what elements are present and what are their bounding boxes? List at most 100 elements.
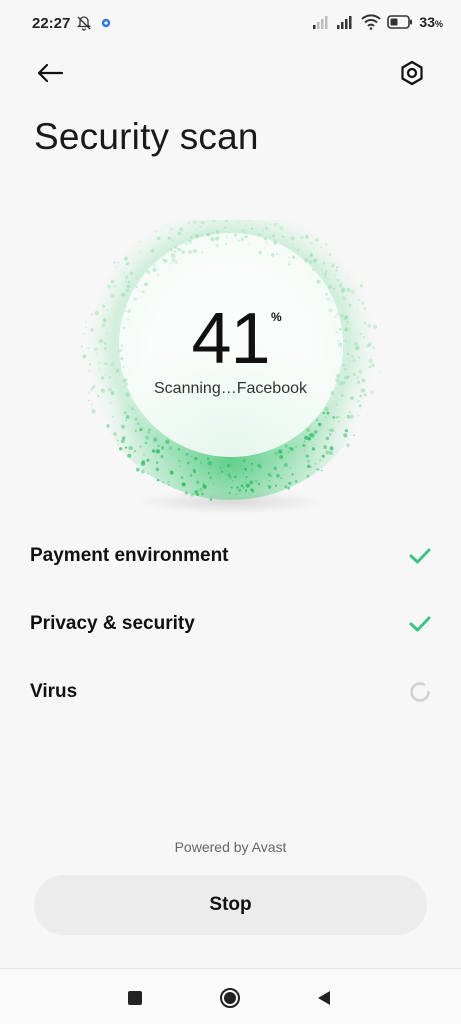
scan-particle: [201, 251, 204, 254]
scan-particle: [267, 473, 272, 477]
battery-icon: [387, 15, 413, 29]
scan-particle: [235, 493, 238, 495]
scan-particle: [193, 220, 197, 224]
scan-particle: [169, 446, 173, 450]
scan-particle: [192, 469, 196, 472]
scan-particle: [162, 481, 165, 484]
scan-particle: [251, 462, 253, 465]
scan-particle: [137, 422, 140, 426]
scan-particle: [126, 288, 130, 293]
scan-particle: [244, 481, 247, 484]
scan-particle: [297, 257, 299, 259]
scan-particle: [181, 250, 185, 254]
scan-particle: [348, 277, 350, 279]
scan-particle: [314, 258, 317, 261]
back-button[interactable]: [34, 58, 66, 88]
scan-particle: [279, 455, 284, 459]
scan-particle: [200, 461, 202, 463]
powered-by-label: Powered by Avast: [174, 839, 287, 855]
scan-particle: [200, 462, 202, 465]
scan-particle: [245, 475, 248, 479]
scan-particle: [119, 447, 123, 451]
scan-particle: [196, 493, 199, 496]
status-time: 22:27: [32, 15, 71, 32]
scan-particle: [306, 428, 310, 432]
security-scan-screen: 22:27 33% Security scan 41 % Scanning…Fa…: [0, 0, 461, 1024]
scan-particle: [335, 415, 339, 419]
scan-particle: [275, 253, 278, 256]
scan-particle: [320, 247, 322, 249]
scan-particle: [188, 239, 193, 244]
settings-button[interactable]: [397, 58, 427, 88]
scan-particle: [110, 293, 115, 298]
scan-particle: [291, 448, 294, 451]
scan-particle: [269, 223, 272, 226]
scan-particle: [291, 473, 294, 476]
scan-particle: [228, 492, 231, 494]
scan-particle: [319, 459, 322, 462]
scan-particle: [316, 468, 318, 470]
scan-particle: [127, 453, 132, 458]
scan-particle: [309, 253, 313, 256]
scan-particle: [179, 227, 184, 232]
scan-particle: [124, 256, 128, 261]
page-title: Security scan: [34, 116, 259, 157]
scan-particle: [133, 449, 137, 453]
scan-particle: [265, 241, 268, 244]
scan-particle: [328, 433, 332, 436]
scan-particle: [345, 294, 347, 296]
scan-particle: [244, 235, 248, 239]
scan-particle: [244, 467, 247, 471]
scan-particle: [113, 284, 117, 288]
scan-particle: [111, 415, 114, 418]
scan-particle: [330, 428, 334, 432]
stop-button[interactable]: Stop: [34, 875, 427, 935]
scan-particle: [167, 480, 170, 483]
scan-particle: [336, 403, 338, 406]
scan-particle: [251, 227, 254, 230]
scan-particle: [156, 236, 161, 241]
battery-unit: %: [434, 19, 443, 29]
scan-particle: [296, 248, 300, 251]
scan-particle: [287, 450, 290, 453]
scan-particle: [125, 419, 127, 422]
scan-particle: [227, 473, 231, 477]
scan-particle: [164, 224, 167, 227]
scan-particle: [218, 466, 223, 470]
scan-particle: [258, 250, 262, 255]
scan-particle: [143, 453, 145, 456]
scan-particle: [323, 445, 327, 450]
scan-particle: [338, 416, 340, 418]
scan-particle: [144, 282, 149, 287]
scan-particle: [295, 445, 298, 448]
scan-particle: [300, 235, 304, 240]
scan-particle: [170, 262, 172, 265]
scan-particle: [110, 280, 115, 284]
scan-particle: [290, 236, 295, 241]
scan-particle: [273, 223, 278, 227]
home-button[interactable]: [219, 987, 241, 1009]
nav-back-button[interactable]: [316, 990, 332, 1006]
scan-particle: [213, 483, 215, 485]
scan-particle: [195, 228, 198, 231]
scan-particle: [329, 253, 332, 256]
scan-particle: [139, 445, 142, 448]
scan-particle: [283, 463, 288, 467]
gear-small-icon: [101, 18, 111, 28]
scan-particle: [340, 289, 345, 293]
scan-particle: [288, 481, 292, 486]
scan-particle: [313, 261, 316, 264]
scan-particle: [325, 411, 330, 415]
scan-particle: [312, 268, 315, 272]
scan-particle: [212, 232, 215, 235]
recents-button[interactable]: [128, 991, 142, 1005]
scan-particle: [367, 413, 369, 415]
scan-particle: [146, 270, 151, 275]
scan-particle: [311, 274, 313, 276]
scan-particle: [241, 228, 245, 232]
scan-particle: [123, 411, 127, 415]
scan-particle: [127, 280, 131, 284]
scan-particle: [317, 265, 320, 267]
scan-particle: [325, 292, 328, 296]
scan-particle: [317, 468, 320, 471]
